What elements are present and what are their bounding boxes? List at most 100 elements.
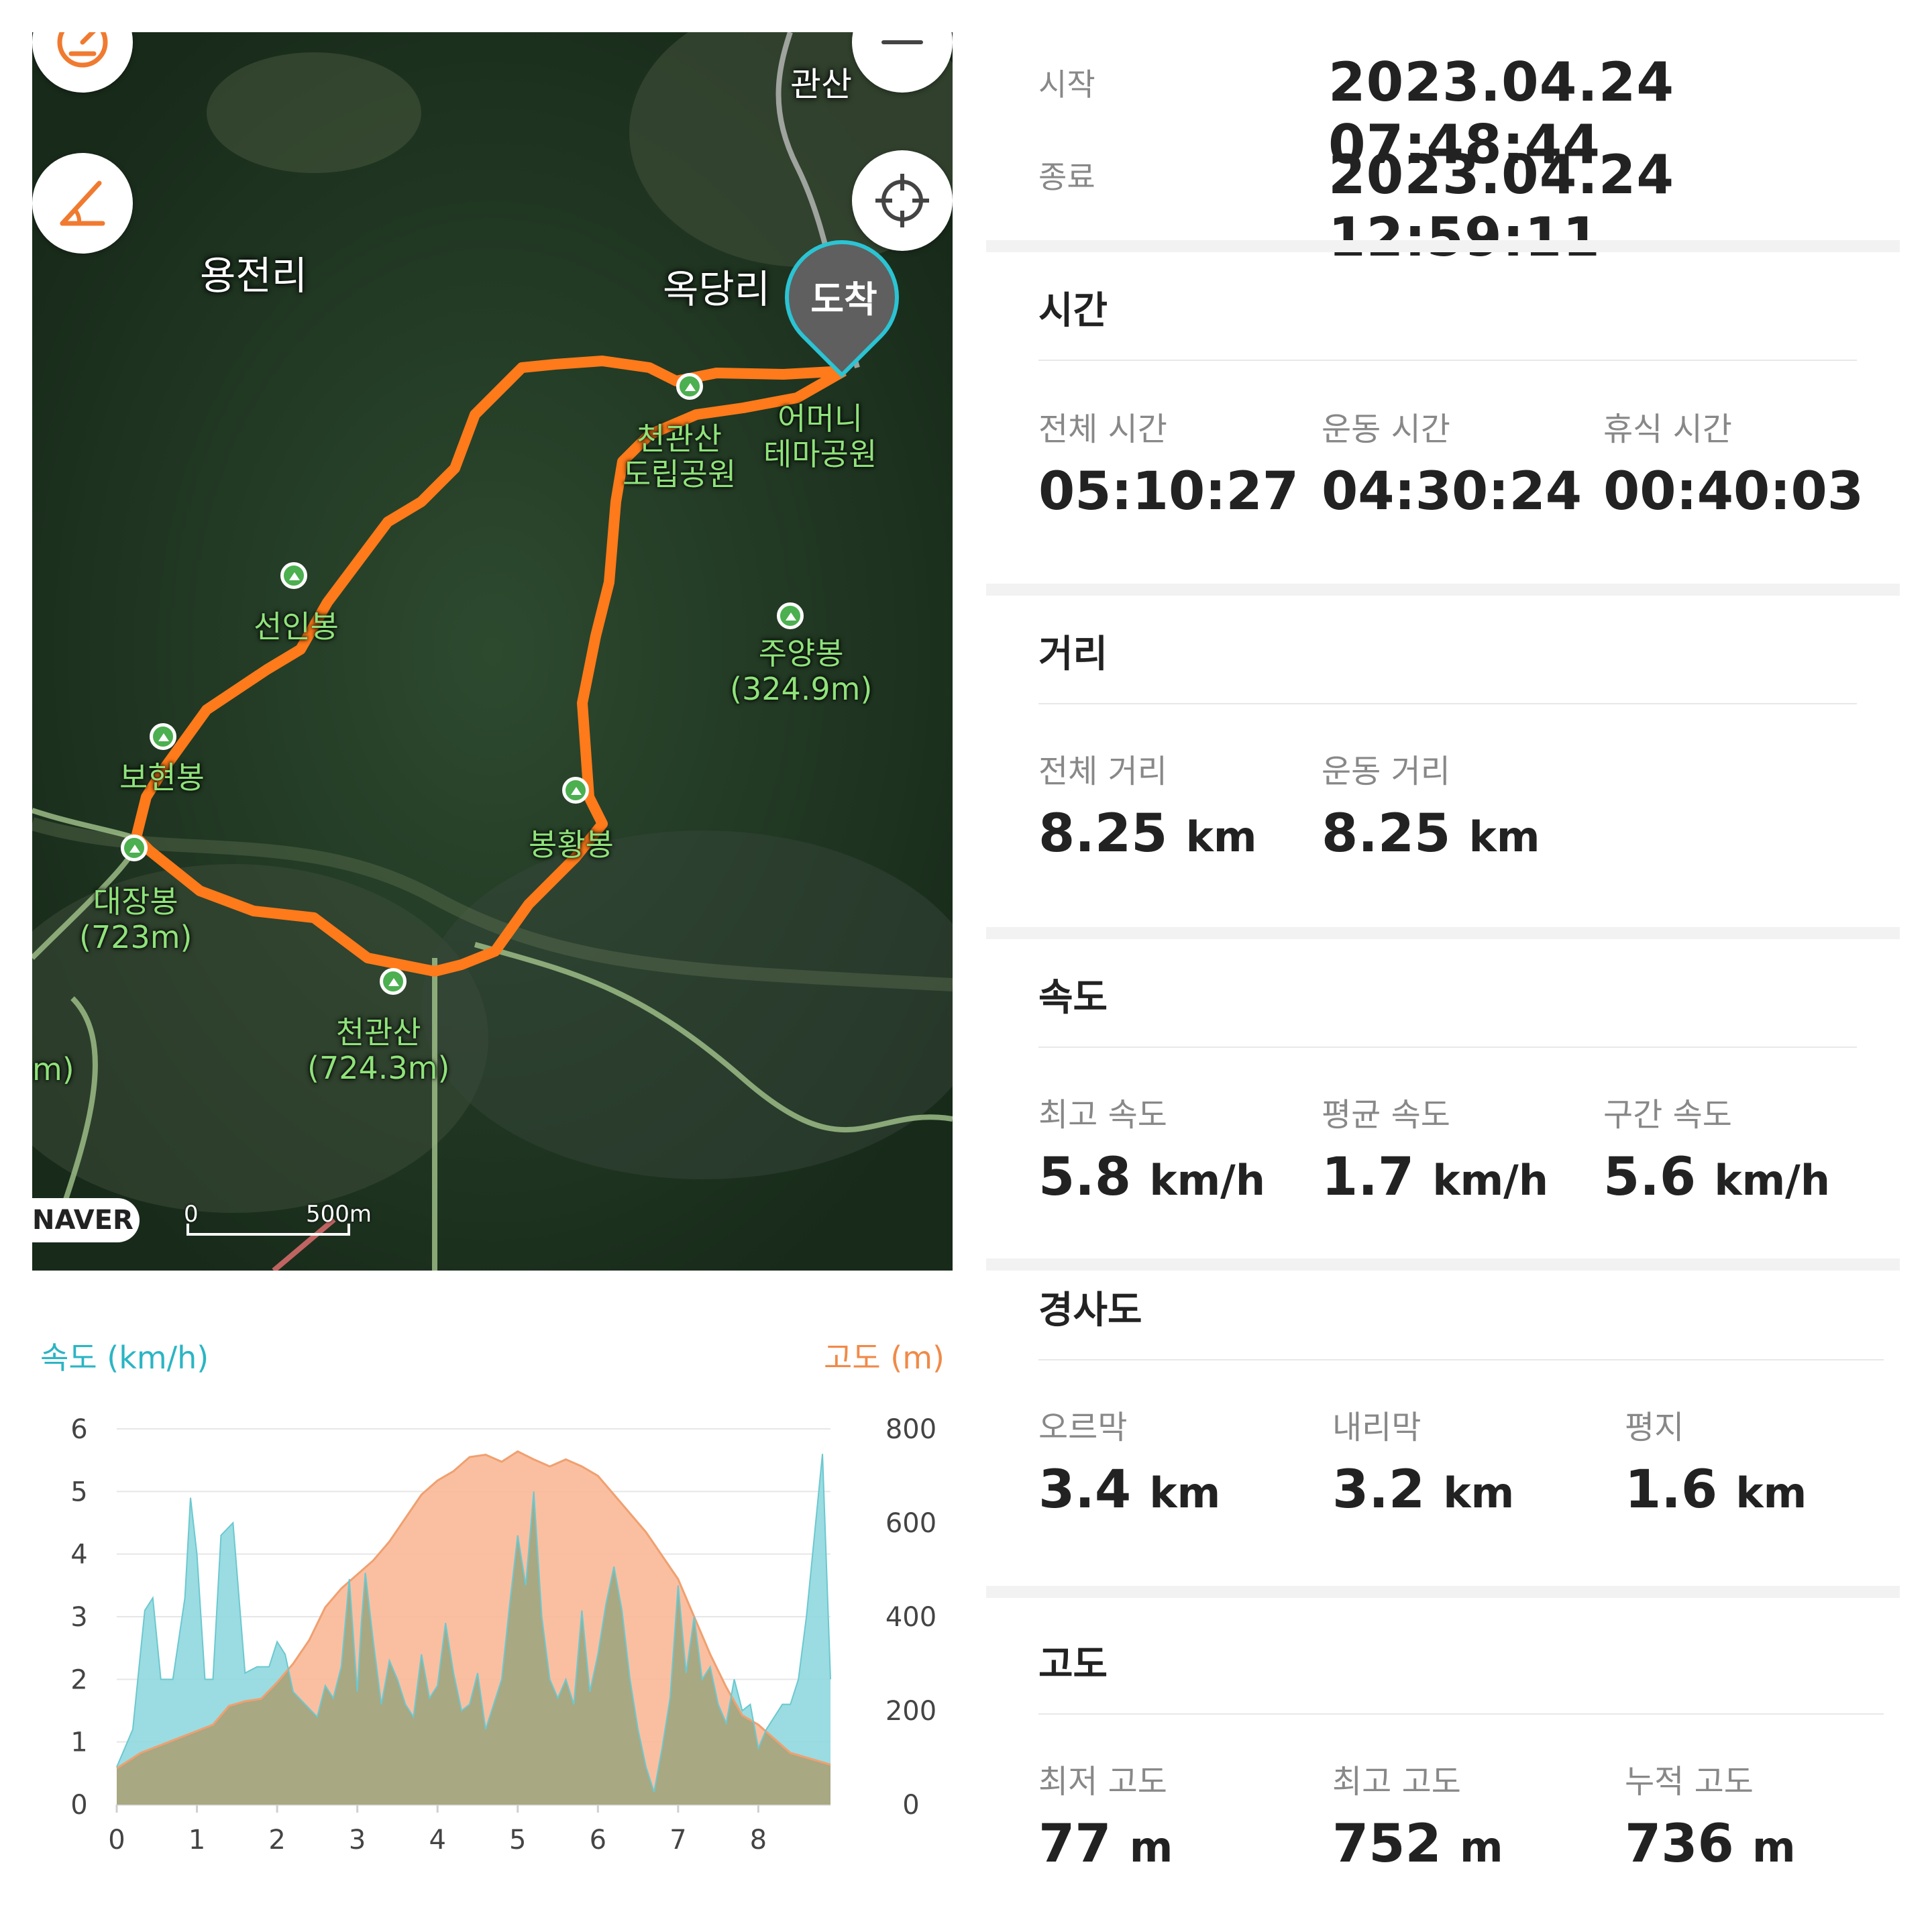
divider: [1038, 703, 1857, 704]
peak-label: 천관산 도립공원: [623, 421, 737, 492]
peak-label: 어머니 테마공원: [763, 400, 877, 472]
total-distance-label: 전체 거리: [1038, 753, 1167, 790]
peak-label: m): [32, 1051, 74, 1087]
section-speed-label: 구간 속도: [1603, 1096, 1732, 1134]
uphill-label: 오르막: [1038, 1409, 1128, 1446]
peak-label: 천관산 (724.3m): [307, 1014, 450, 1086]
x-tick-label: 8: [750, 1825, 767, 1856]
x-tick-label: 7: [669, 1825, 686, 1856]
section-separator: [986, 240, 1900, 252]
town-label: 옥당리: [663, 266, 771, 312]
moving-time-label: 운동 시간: [1322, 411, 1450, 448]
flat-label: 평지: [1625, 1409, 1684, 1446]
y-right-tick-label: 600: [885, 1508, 936, 1539]
altitude-section-title: 고도: [1038, 1643, 1108, 1686]
x-tick-label: 5: [509, 1825, 526, 1856]
peak-marker[interactable]: [280, 562, 307, 589]
town-label: 관산: [790, 65, 852, 104]
max-speed-value: 5.8 km/h: [1038, 1147, 1265, 1208]
map-scale: 0 500m: [184, 1201, 388, 1241]
crosshair-icon: [875, 174, 929, 227]
downhill-value: 3.2 km: [1332, 1460, 1515, 1520]
slope-section-title: 경사도: [1038, 1289, 1142, 1332]
section-separator: [986, 927, 1900, 939]
avg-speed-label: 평균 속도: [1322, 1096, 1450, 1134]
moving-distance-label: 운동 거리: [1322, 753, 1450, 790]
downhill-label: 내리막: [1332, 1409, 1421, 1446]
cumulative-altitude-label: 누적 고도: [1625, 1763, 1754, 1801]
total-time-value: 05:10:27: [1038, 462, 1299, 522]
x-tick-label: 2: [268, 1825, 285, 1856]
y-left-tick-label: 4: [70, 1540, 87, 1570]
section-separator: [986, 584, 1900, 596]
peak-marker[interactable]: [380, 968, 407, 995]
locate-button[interactable]: [852, 150, 953, 251]
peak-label: 대장봉 (723m): [79, 883, 193, 955]
y-right-tick-label: 200: [885, 1696, 936, 1727]
divider: [1038, 1359, 1884, 1360]
map-provider-logo: NAVER: [32, 1198, 140, 1242]
avg-speed-value: 1.7 km/h: [1322, 1147, 1548, 1208]
x-tick-label: 3: [349, 1825, 366, 1856]
x-tick-label: 4: [429, 1825, 445, 1856]
y-left-tick-label: 5: [70, 1477, 87, 1507]
scale-start: 0: [184, 1201, 199, 1228]
section-separator: [986, 1586, 1900, 1598]
y-left-tick-label: 0: [70, 1790, 87, 1821]
activity-summary: 시작 2023.04.24 07:48:44 종료 2023.04.24 12:…: [986, 32, 1900, 1904]
peak-label: 보현봉: [119, 759, 205, 796]
flat-value: 1.6 km: [1625, 1460, 1807, 1520]
y-left-tick-label: 3: [70, 1602, 87, 1633]
rest-time-value: 00:40:03: [1603, 462, 1864, 522]
peak-label: 주양봉 (324.9m): [730, 635, 873, 707]
divider: [1038, 1046, 1857, 1048]
time-section-title: 시간: [1038, 289, 1108, 333]
moving-distance-value: 8.25 km: [1322, 804, 1540, 864]
x-tick-label: 0: [108, 1825, 125, 1856]
y-left-tick-label: 1: [70, 1727, 87, 1758]
peak-label: 선인봉: [254, 608, 339, 645]
min-altitude-value: 77 m: [1038, 1814, 1173, 1874]
x-tick-label: 6: [590, 1825, 606, 1856]
y-left-tick-label: 6: [70, 1414, 87, 1445]
max-altitude-label: 최고 고도: [1332, 1763, 1461, 1801]
max-altitude-value: 752 m: [1332, 1814, 1503, 1874]
speed-section-title: 속도: [1038, 976, 1108, 1020]
peak-marker[interactable]: [121, 835, 148, 861]
divider: [1038, 1713, 1884, 1715]
chart-plot: 0 1 2 3 4 5 6 0 200 400 600 800 0 1 2 3 4 5 6 7 8: [70, 1414, 936, 1856]
divider: [1038, 360, 1857, 361]
x-tick-label: 1: [189, 1825, 205, 1856]
peak-marker[interactable]: [562, 777, 589, 804]
y-right-tick-label: 0: [902, 1790, 919, 1821]
y-right-tick-label: 800: [885, 1414, 936, 1445]
distance-section-title: 거리: [1038, 633, 1108, 676]
arrival-label: 도착: [810, 278, 877, 321]
section-separator: [986, 1258, 1900, 1271]
max-speed-label: 최고 속도: [1038, 1096, 1167, 1134]
scale-end: 500m: [306, 1201, 372, 1228]
measure-button[interactable]: [32, 153, 133, 254]
peak-marker[interactable]: [676, 373, 703, 400]
moving-time-value: 04:30:24: [1322, 462, 1582, 522]
speedometer-icon: [57, 32, 108, 68]
minus-icon: [881, 40, 923, 44]
route-map[interactable]: 용전리 옥당리 관산 천관산 도립공원 어머니 테마공원 선인봉 주양봉 (324.9…: [32, 32, 953, 1271]
total-distance-value: 8.25 km: [1038, 804, 1257, 864]
cumulative-altitude-value: 736 m: [1625, 1814, 1796, 1874]
min-altitude-label: 최저 고도: [1038, 1763, 1167, 1801]
y-left-tick-label: 2: [70, 1664, 87, 1695]
speed-altitude-chart: 속도 (km/h) 고도 (m) 0 1 2 3 4 5 6 0 200 400 600 800 0 1 2…: [32, 1301, 953, 1905]
y-right-tick-label: 400: [885, 1602, 936, 1633]
total-time-label: 전체 시간: [1038, 411, 1167, 448]
peak-marker[interactable]: [777, 602, 804, 629]
peak-label: 봉황봉: [529, 826, 614, 863]
ruler-angle-icon: [60, 180, 105, 226]
section-speed-value: 5.6 km/h: [1603, 1147, 1830, 1208]
peak-marker[interactable]: [150, 723, 176, 750]
end-label: 종료: [1038, 159, 1095, 195]
uphill-value: 3.4 km: [1038, 1460, 1221, 1520]
town-label: 용전리: [200, 253, 308, 299]
rest-time-label: 휴식 시간: [1603, 411, 1732, 448]
start-label: 시작: [1038, 66, 1095, 103]
